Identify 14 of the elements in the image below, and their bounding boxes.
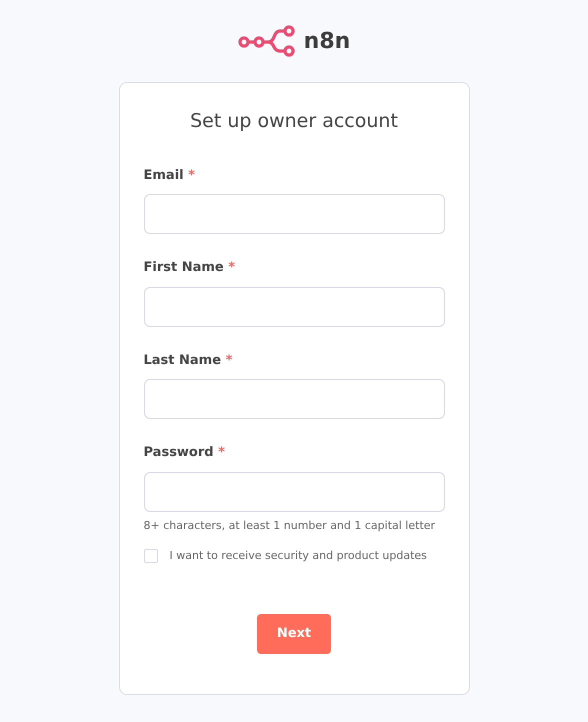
card-title: Set up owner account [189, 109, 399, 134]
field-label: First Name * [144, 259, 236, 277]
checkbox-label[interactable]: I want to receive security and product updates [170, 548, 427, 564]
field-label: Password * [144, 444, 225, 462]
input-field[interactable] [144, 286, 444, 326]
input-field[interactable] [144, 472, 444, 512]
logo-text: n8n [304, 28, 350, 56]
field-label: Email * [144, 166, 195, 184]
input-field[interactable] [144, 379, 444, 419]
logo-icon [238, 25, 296, 57]
field-label: Last Name * [144, 352, 232, 370]
input-field[interactable] [144, 194, 444, 234]
checkbox[interactable] [144, 548, 158, 563]
password-hint: 8+ characters, at least 1 number and 1 capital letter [144, 518, 436, 534]
